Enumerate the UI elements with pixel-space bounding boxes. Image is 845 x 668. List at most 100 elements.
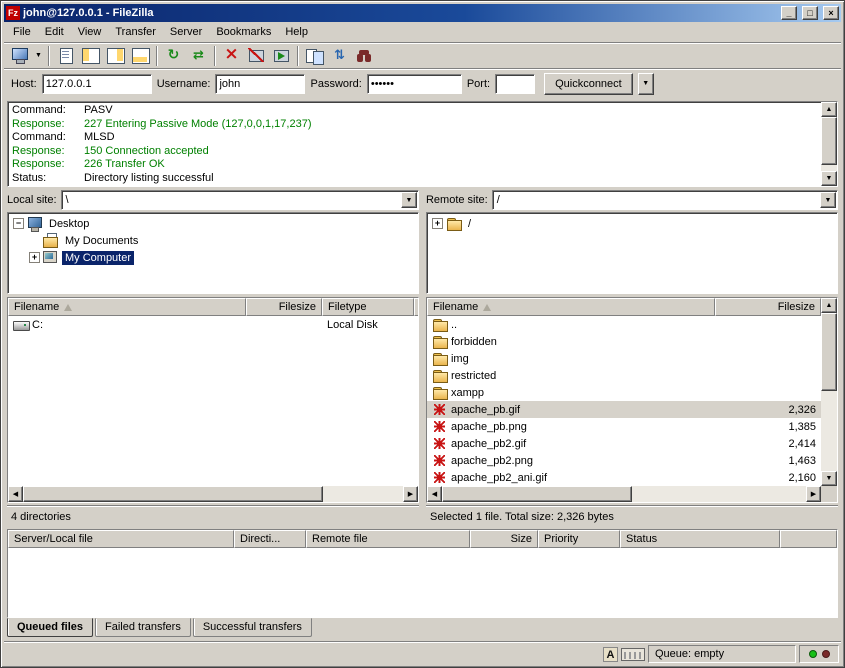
toggle-local-tree-button[interactable]	[78, 44, 103, 68]
title-bar[interactable]: Fz john@127.0.0.1 - FileZilla _ □ ×	[4, 4, 841, 22]
local-list-body[interactable]: C:Local Disk	[8, 316, 418, 486]
remote-site-combo[interactable]: / ▼	[492, 190, 838, 210]
scroll-up-button[interactable]: ▲	[821, 102, 837, 117]
scrollbar-thumb[interactable]	[821, 117, 837, 165]
queue-list[interactable]	[8, 548, 837, 617]
tab-queued-files[interactable]: Queued files	[7, 618, 93, 637]
column-header-status[interactable]: Status	[620, 530, 780, 548]
column-header-l[interactable]: L	[414, 298, 418, 316]
minimize-button[interactable]: _	[781, 6, 797, 20]
log-line: Command:PASV	[12, 104, 817, 118]
chevron-down-icon[interactable]: ▼	[401, 192, 417, 208]
menu-item-bookmarks[interactable]: Bookmarks	[209, 23, 278, 41]
file-row[interactable]: forbidden	[427, 333, 821, 350]
toggle-remote-tree-button[interactable]	[103, 44, 128, 68]
menu-item-transfer[interactable]: Transfer	[108, 23, 163, 41]
tree-item[interactable]: +My Computer	[10, 249, 416, 266]
column-header-priority[interactable]: Priority	[538, 530, 620, 548]
expand-icon[interactable]: +	[432, 218, 443, 229]
file-row[interactable]: apache_pb2.gif2,414	[427, 435, 821, 452]
close-button[interactable]: ×	[823, 6, 839, 20]
site-manager-button[interactable]	[7, 44, 32, 68]
cell-size	[715, 367, 821, 384]
file-row[interactable]: apache_pb.gif2,326	[427, 401, 821, 418]
column-header-filesize[interactable]: Filesize	[715, 298, 821, 316]
scroll-up-button[interactable]: ▲	[821, 298, 837, 313]
host-input[interactable]	[42, 74, 152, 94]
scrollbar-track[interactable]	[323, 486, 403, 502]
column-header-filename[interactable]: Filename	[427, 298, 715, 316]
tree-item[interactable]: My Documents	[10, 232, 416, 249]
local-site-combo[interactable]: \ ▼	[61, 190, 419, 210]
refresh-button[interactable]	[161, 44, 186, 68]
expand-icon[interactable]: +	[29, 252, 40, 263]
collapse-icon[interactable]: −	[13, 218, 24, 229]
file-row[interactable]: xampp	[427, 384, 821, 401]
column-header-directi[interactable]: Directi...	[234, 530, 306, 548]
tab-successful-transfers[interactable]: Successful transfers	[193, 618, 312, 637]
column-header-filetype[interactable]: Filetype	[322, 298, 414, 316]
file-row[interactable]: restricted	[427, 367, 821, 384]
tree-item[interactable]: −Desktop	[10, 215, 416, 232]
scrollbar-thumb[interactable]	[821, 313, 837, 391]
menu-item-view[interactable]: View	[71, 23, 109, 41]
menu-item-edit[interactable]: Edit	[38, 23, 71, 41]
column-header-filename[interactable]: Filename	[8, 298, 246, 316]
file-row[interactable]: apache_pb2.png1,463	[427, 452, 821, 469]
quickconnect-button[interactable]: Quickconnect	[544, 73, 633, 95]
remote-list-body[interactable]: ..forbiddenimgrestrictedxamppapache_pb.g…	[427, 316, 821, 486]
scroll-left-button[interactable]: ◀	[427, 486, 442, 502]
maximize-button[interactable]: □	[802, 6, 818, 20]
username-input[interactable]	[215, 74, 305, 94]
file-row[interactable]: C:Local Disk	[8, 316, 418, 333]
scroll-right-button[interactable]: ▶	[403, 486, 418, 502]
toggle-message-log-button[interactable]	[53, 44, 78, 68]
scroll-left-button[interactable]: ◀	[8, 486, 23, 502]
password-input[interactable]	[367, 74, 462, 94]
disconnect-button[interactable]	[244, 44, 269, 68]
site-manager-dropdown-button[interactable]: ▼	[32, 44, 45, 68]
log-scrollbar[interactable]: ▲ ▼	[821, 102, 837, 186]
local-horizontal-scrollbar[interactable]: ◀ ▶	[8, 486, 418, 502]
menu-item-server[interactable]: Server	[163, 23, 209, 41]
reconnect-button[interactable]	[269, 44, 294, 68]
column-header-size[interactable]: Size	[470, 530, 538, 548]
quickconnect-dropdown-button[interactable]: ▼	[638, 73, 654, 95]
scrollbar-thumb[interactable]	[442, 486, 632, 502]
chevron-down-icon[interactable]: ▼	[820, 192, 836, 208]
scrollbar-track[interactable]	[632, 486, 806, 502]
menu-item-help[interactable]: Help	[278, 23, 315, 41]
log-line: Command:MLSD	[12, 131, 817, 145]
scrollbar-track[interactable]	[821, 391, 837, 471]
queue-column-headers: Server/Local fileDirecti...Remote fileSi…	[8, 530, 837, 548]
file-row[interactable]: apache_pb2_ani.gif2,160	[427, 469, 821, 486]
find-files-button[interactable]	[352, 44, 377, 68]
scroll-right-button[interactable]: ▶	[806, 486, 821, 502]
menu-item-file[interactable]: File	[6, 23, 38, 41]
tree-item[interactable]: +/	[429, 215, 835, 232]
column-header-filesize[interactable]: Filesize	[246, 298, 322, 316]
directory-comparison-button[interactable]	[302, 44, 327, 68]
vertical-splitter[interactable]	[422, 190, 423, 525]
local-site-value: \	[66, 194, 69, 206]
port-input[interactable]	[495, 74, 535, 94]
column-header-remotefile[interactable]: Remote file	[306, 530, 470, 548]
synchronized-browsing-button[interactable]	[327, 44, 352, 68]
scroll-down-button[interactable]: ▼	[821, 171, 837, 186]
scrollbar-thumb[interactable]	[23, 486, 323, 502]
file-row[interactable]: ..	[427, 316, 821, 333]
column-header-serverlocalfile[interactable]: Server/Local file	[8, 530, 234, 548]
file-name: apache_pb.gif	[451, 404, 520, 416]
remote-horizontal-scrollbar[interactable]: ◀ ▶	[427, 486, 821, 502]
remote-vertical-scrollbar[interactable]: ▲ ▼	[821, 298, 837, 486]
file-row[interactable]: img	[427, 350, 821, 367]
encryption-indicator-icon[interactable]	[621, 648, 645, 661]
image-file-icon	[432, 436, 448, 451]
process-queue-button[interactable]	[186, 44, 211, 68]
transfer-type-indicator-icon[interactable]: A	[603, 647, 618, 662]
toggle-queue-button[interactable]	[128, 44, 153, 68]
cancel-button[interactable]	[219, 44, 244, 68]
file-row[interactable]: apache_pb.png1,385	[427, 418, 821, 435]
tab-failed-transfers[interactable]: Failed transfers	[95, 618, 191, 637]
scroll-down-button[interactable]: ▼	[821, 471, 837, 486]
